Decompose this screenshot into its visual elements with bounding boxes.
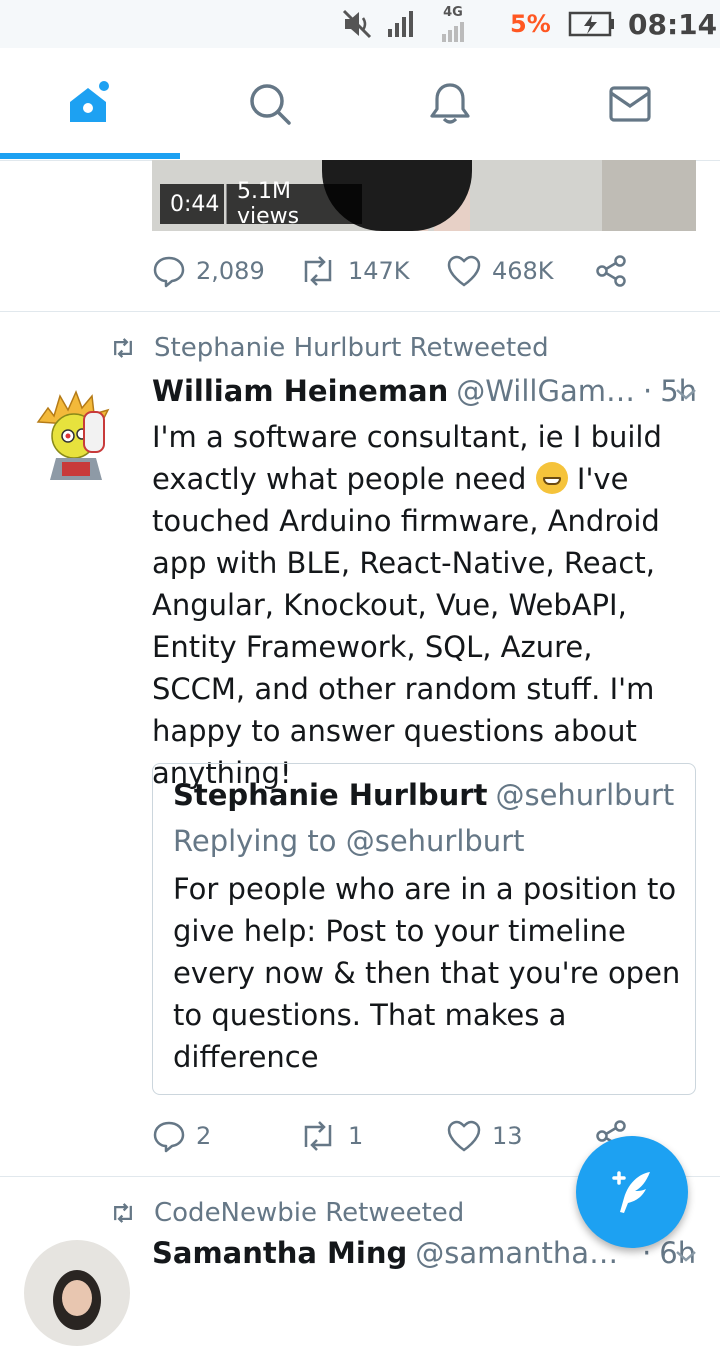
- retweet-button[interactable]: 147K: [298, 251, 410, 291]
- tweet-menu-button[interactable]: [672, 1242, 700, 1274]
- mute-icon: [340, 0, 374, 48]
- share-button[interactable]: [594, 251, 638, 291]
- reply-button[interactable]: 2: [152, 1116, 211, 1156]
- reply-count: 2: [196, 1122, 212, 1150]
- compose-tweet-button[interactable]: [576, 1136, 688, 1248]
- retweet-button[interactable]: 1: [298, 1116, 363, 1156]
- like-count: 468K: [492, 257, 554, 285]
- chevron-down-icon: [676, 1251, 696, 1262]
- retweet-count: 147K: [348, 257, 410, 285]
- retweeted-by-line[interactable]: Stephanie Hurlburt Retweeted: [110, 330, 549, 366]
- mail-icon: [609, 86, 651, 122]
- retweet-icon: [304, 256, 332, 286]
- search-icon: [250, 84, 291, 125]
- network-label: 4G: [443, 5, 463, 20]
- retweet-icon: [304, 1121, 332, 1151]
- video-duration: 0:44: [160, 184, 224, 224]
- heart-icon: [447, 1120, 481, 1152]
- active-tab-indicator: [0, 153, 180, 159]
- avatar[interactable]: [24, 382, 130, 488]
- battery-percent: 5%: [510, 10, 551, 38]
- network-indicator: 4G: [440, 0, 466, 48]
- tweet-actions: 2,089 147K 468K: [152, 251, 696, 291]
- avatar[interactable]: [24, 1240, 130, 1346]
- quoted-header: Stephanie Hurlburt @sehurlburt: [173, 778, 674, 812]
- retweeted-by-line[interactable]: CodeNewbie Retweeted: [110, 1195, 464, 1231]
- dot-separator: ·: [642, 374, 653, 408]
- reply-icon: [153, 1121, 185, 1153]
- tweet-text: I'm a software consultant, ie I build ex…: [152, 416, 692, 794]
- author-handle[interactable]: @WillGam…: [456, 374, 635, 408]
- retweeted-by-label: CodeNewbie Retweeted: [154, 1198, 465, 1228]
- compose-feather-icon: [612, 1171, 650, 1213]
- tweet-divider: [0, 311, 720, 312]
- bell-icon: [430, 83, 470, 124]
- retweet-icon: [114, 1203, 132, 1223]
- status-bar: 4G 5% 08:14: [0, 0, 720, 48]
- heart-icon: [447, 255, 481, 287]
- home-icon: [70, 81, 109, 122]
- tab-search[interactable]: [180, 48, 360, 160]
- tab-bar: [0, 48, 720, 161]
- like-count: 13: [492, 1122, 523, 1150]
- reply-button[interactable]: 2,089: [152, 251, 265, 291]
- tweet-text-part2: I've touched Arduino firmware, Android a…: [152, 462, 660, 790]
- reply-icon: [153, 256, 185, 288]
- chevron-down-icon: [676, 389, 696, 400]
- tab-notifications[interactable]: [360, 48, 540, 160]
- grin-emoji-icon: [535, 462, 568, 494]
- author-handle[interactable]: @samantha…: [415, 1236, 618, 1270]
- quoted-replying-to: Replying to @sehurlburt: [173, 824, 525, 858]
- battery-charging-icon: [568, 0, 616, 48]
- like-button[interactable]: 13: [446, 1116, 523, 1156]
- retweeted-by-label: Stephanie Hurlburt Retweeted: [154, 333, 549, 363]
- signal-2-icon: [442, 22, 464, 42]
- reply-count: 2,089: [196, 257, 265, 285]
- quoted-author-name: Stephanie Hurlburt: [173, 778, 488, 812]
- retweet-count: 1: [348, 1122, 364, 1150]
- like-button[interactable]: 468K: [446, 251, 554, 291]
- share-icon: [596, 255, 626, 287]
- author-name[interactable]: Samantha Ming: [152, 1236, 407, 1270]
- retweet-icon: [114, 338, 132, 358]
- tab-messages[interactable]: [540, 48, 720, 160]
- author-name[interactable]: William Heineman: [152, 374, 448, 408]
- tweet-header: William Heineman @WillGam… · 5h: [152, 374, 697, 408]
- quoted-tweet[interactable]: Stephanie Hurlburt @sehurlburt Replying t…: [152, 763, 696, 1095]
- tweet-menu-button[interactable]: [672, 380, 700, 412]
- quoted-text: For people who are in a position to give…: [173, 872, 681, 1074]
- tab-home[interactable]: [0, 48, 180, 160]
- signal-icon: [386, 0, 416, 48]
- video-views: 5.1M views: [226, 179, 362, 229]
- quoted-author-handle: @sehurlburt: [495, 778, 675, 812]
- clock: 08:14: [628, 7, 718, 41]
